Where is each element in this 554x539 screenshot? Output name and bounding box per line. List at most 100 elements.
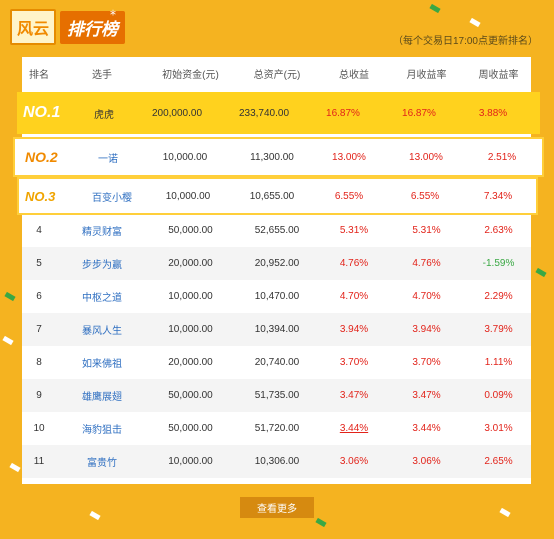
rank: 6 (36, 291, 42, 302)
initial: 20,000.00 (168, 357, 213, 368)
player-link[interactable]: 海豹狙击 (56, 421, 148, 436)
table-row: 8 如来佛祖 20,000.00 20,740.00 3.70% 3.70% 1… (22, 346, 531, 379)
page-title: 风云 排行榜 (10, 9, 126, 45)
player-link[interactable]: 精灵财富 (56, 223, 148, 238)
col-rank: 排名 (29, 69, 49, 81)
player-link[interactable]: 暴风人生 (56, 322, 148, 337)
sparkle-icon: ⁎ (110, 4, 116, 18)
initial: 50,000.00 (168, 225, 213, 236)
month-return: 3.44% (412, 423, 441, 434)
confetti (429, 3, 441, 14)
rank: 11 (33, 456, 45, 467)
total-return: 6.55% (334, 190, 364, 202)
total-return: 4.76% (339, 258, 369, 269)
total-return: 5.31% (339, 225, 369, 236)
col-month: 月收益率 (406, 69, 447, 81)
player-link[interactable]: 百变小樱 (79, 189, 145, 204)
player-link[interactable]: 一诺 (77, 150, 139, 165)
update-note: （每个交易日17:00点更新排名） (392, 36, 538, 47)
month-return: 6.55% (410, 190, 440, 202)
player-link[interactable]: 步步为赢 (56, 256, 148, 271)
confetti (499, 507, 511, 518)
title-part1: 风云 (10, 9, 57, 45)
table-row: 11 富贵竹 10,000.00 10,306.00 3.06% 3.06% 2… (22, 445, 531, 478)
rank: 7 (36, 324, 42, 335)
initial: 20,000.00 (168, 258, 213, 269)
player-link[interactable]: 虎虎 (77, 106, 131, 121)
month-return: 13.00% (409, 151, 443, 163)
initial: 10,000.00 (162, 151, 208, 163)
assets: 51,720.00 (254, 423, 300, 434)
week-return: 2.65% (484, 456, 513, 467)
week-return: 2.63% (484, 225, 513, 236)
initial: 200,000.00 (151, 107, 203, 119)
assets: 10,470.00 (254, 291, 300, 302)
total-return: 3.94% (339, 324, 369, 335)
top-row-2: NO.2 一诺 10,000.00 11,300.00 13.00% 13.00… (13, 137, 544, 177)
total-return: 13.00% (332, 151, 366, 163)
table-row: 5 步步为赢 20,000.00 20,952.00 4.76% 4.76% -… (22, 247, 531, 280)
total-return: 3.47% (339, 390, 369, 401)
rank: 8 (36, 357, 42, 368)
assets: 11,300.00 (250, 151, 294, 163)
week-return: 2.29% (484, 291, 513, 302)
col-week: 周收益率 (478, 69, 519, 81)
rank-badge: NO.2 (25, 149, 58, 165)
week-return: 3.88% (478, 107, 508, 119)
total-return: 4.70% (339, 291, 369, 302)
rank: 10 (33, 423, 45, 434)
col-player: 选手 (92, 69, 112, 81)
initial: 10,000.00 (168, 324, 213, 335)
month-return: 4.76% (412, 258, 441, 269)
week-return: 3.01% (484, 423, 513, 434)
rank: 5 (36, 258, 42, 269)
assets: 20,952.00 (254, 258, 300, 269)
table-row: 7 暴风人生 10,000.00 10,394.00 3.94% 3.94% 3… (22, 313, 531, 346)
assets: 52,655.00 (254, 225, 300, 236)
assets: 20,740.00 (254, 357, 300, 368)
player-link[interactable]: 如来佛祖 (56, 355, 148, 370)
week-return: 3.79% (484, 324, 513, 335)
month-return: 3.70% (412, 357, 441, 368)
week-return: 1.11% (484, 357, 513, 368)
month-return: 5.31% (412, 225, 441, 236)
col-assets: 总资产(元) (253, 69, 301, 81)
month-return: 4.70% (412, 291, 441, 302)
top-row-3: NO.3 百变小樱 10,000.00 10,655.00 6.55% 6.55… (17, 177, 538, 215)
initial: 50,000.00 (168, 423, 213, 434)
table-row: 9 雄鹰展翅 50,000.00 51,735.00 3.47% 3.47% 0… (22, 379, 531, 412)
confetti (89, 510, 101, 521)
view-more-button[interactable]: 查看更多 (240, 497, 314, 518)
table-row: 6 中枢之道 10,000.00 10,470.00 4.70% 4.70% 2… (22, 280, 531, 313)
table-row: 10 海豹狙击 50,000.00 51,720.00 3.44% 3.44% … (22, 412, 531, 445)
confetti (9, 462, 21, 473)
rank: 4 (36, 225, 42, 236)
week-return: 0.09% (484, 390, 513, 401)
assets: 10,655.00 (249, 190, 295, 202)
confetti (315, 517, 327, 528)
initial: 10,000.00 (168, 291, 213, 302)
assets: 51,735.00 (254, 390, 300, 401)
rank-badge: NO.1 (23, 104, 61, 121)
confetti (2, 335, 14, 346)
assets: 10,306.00 (254, 456, 300, 467)
week-return: 2.51% (487, 151, 517, 163)
assets: 233,740.00 (238, 107, 290, 119)
total-return: 3.44% (339, 423, 369, 434)
confetti (4, 291, 16, 302)
initial: 50,000.00 (168, 390, 213, 401)
month-return: 3.94% (412, 324, 441, 335)
player-link[interactable]: 富贵竹 (56, 454, 148, 469)
table-header: 排名 选手 初始资金(元) 总资产(元) 总收益 月收益率 周收益率 (22, 57, 531, 89)
col-initial: 初始资金(元) (162, 69, 219, 81)
player-link[interactable]: 雄鹰展翅 (56, 388, 148, 403)
col-total: 总收益 (339, 69, 369, 81)
player-link[interactable]: 中枢之道 (56, 289, 148, 304)
total-return: 3.06% (339, 456, 369, 467)
top-row-1: NO.1 虎虎 200,000.00 233,740.00 16.87% 16.… (17, 92, 540, 134)
initial: 10,000.00 (168, 456, 213, 467)
month-return: 3.06% (412, 456, 441, 467)
rank-badge: NO.3 (25, 188, 56, 204)
week-return: 7.34% (483, 190, 513, 202)
month-return: 3.47% (412, 390, 441, 401)
